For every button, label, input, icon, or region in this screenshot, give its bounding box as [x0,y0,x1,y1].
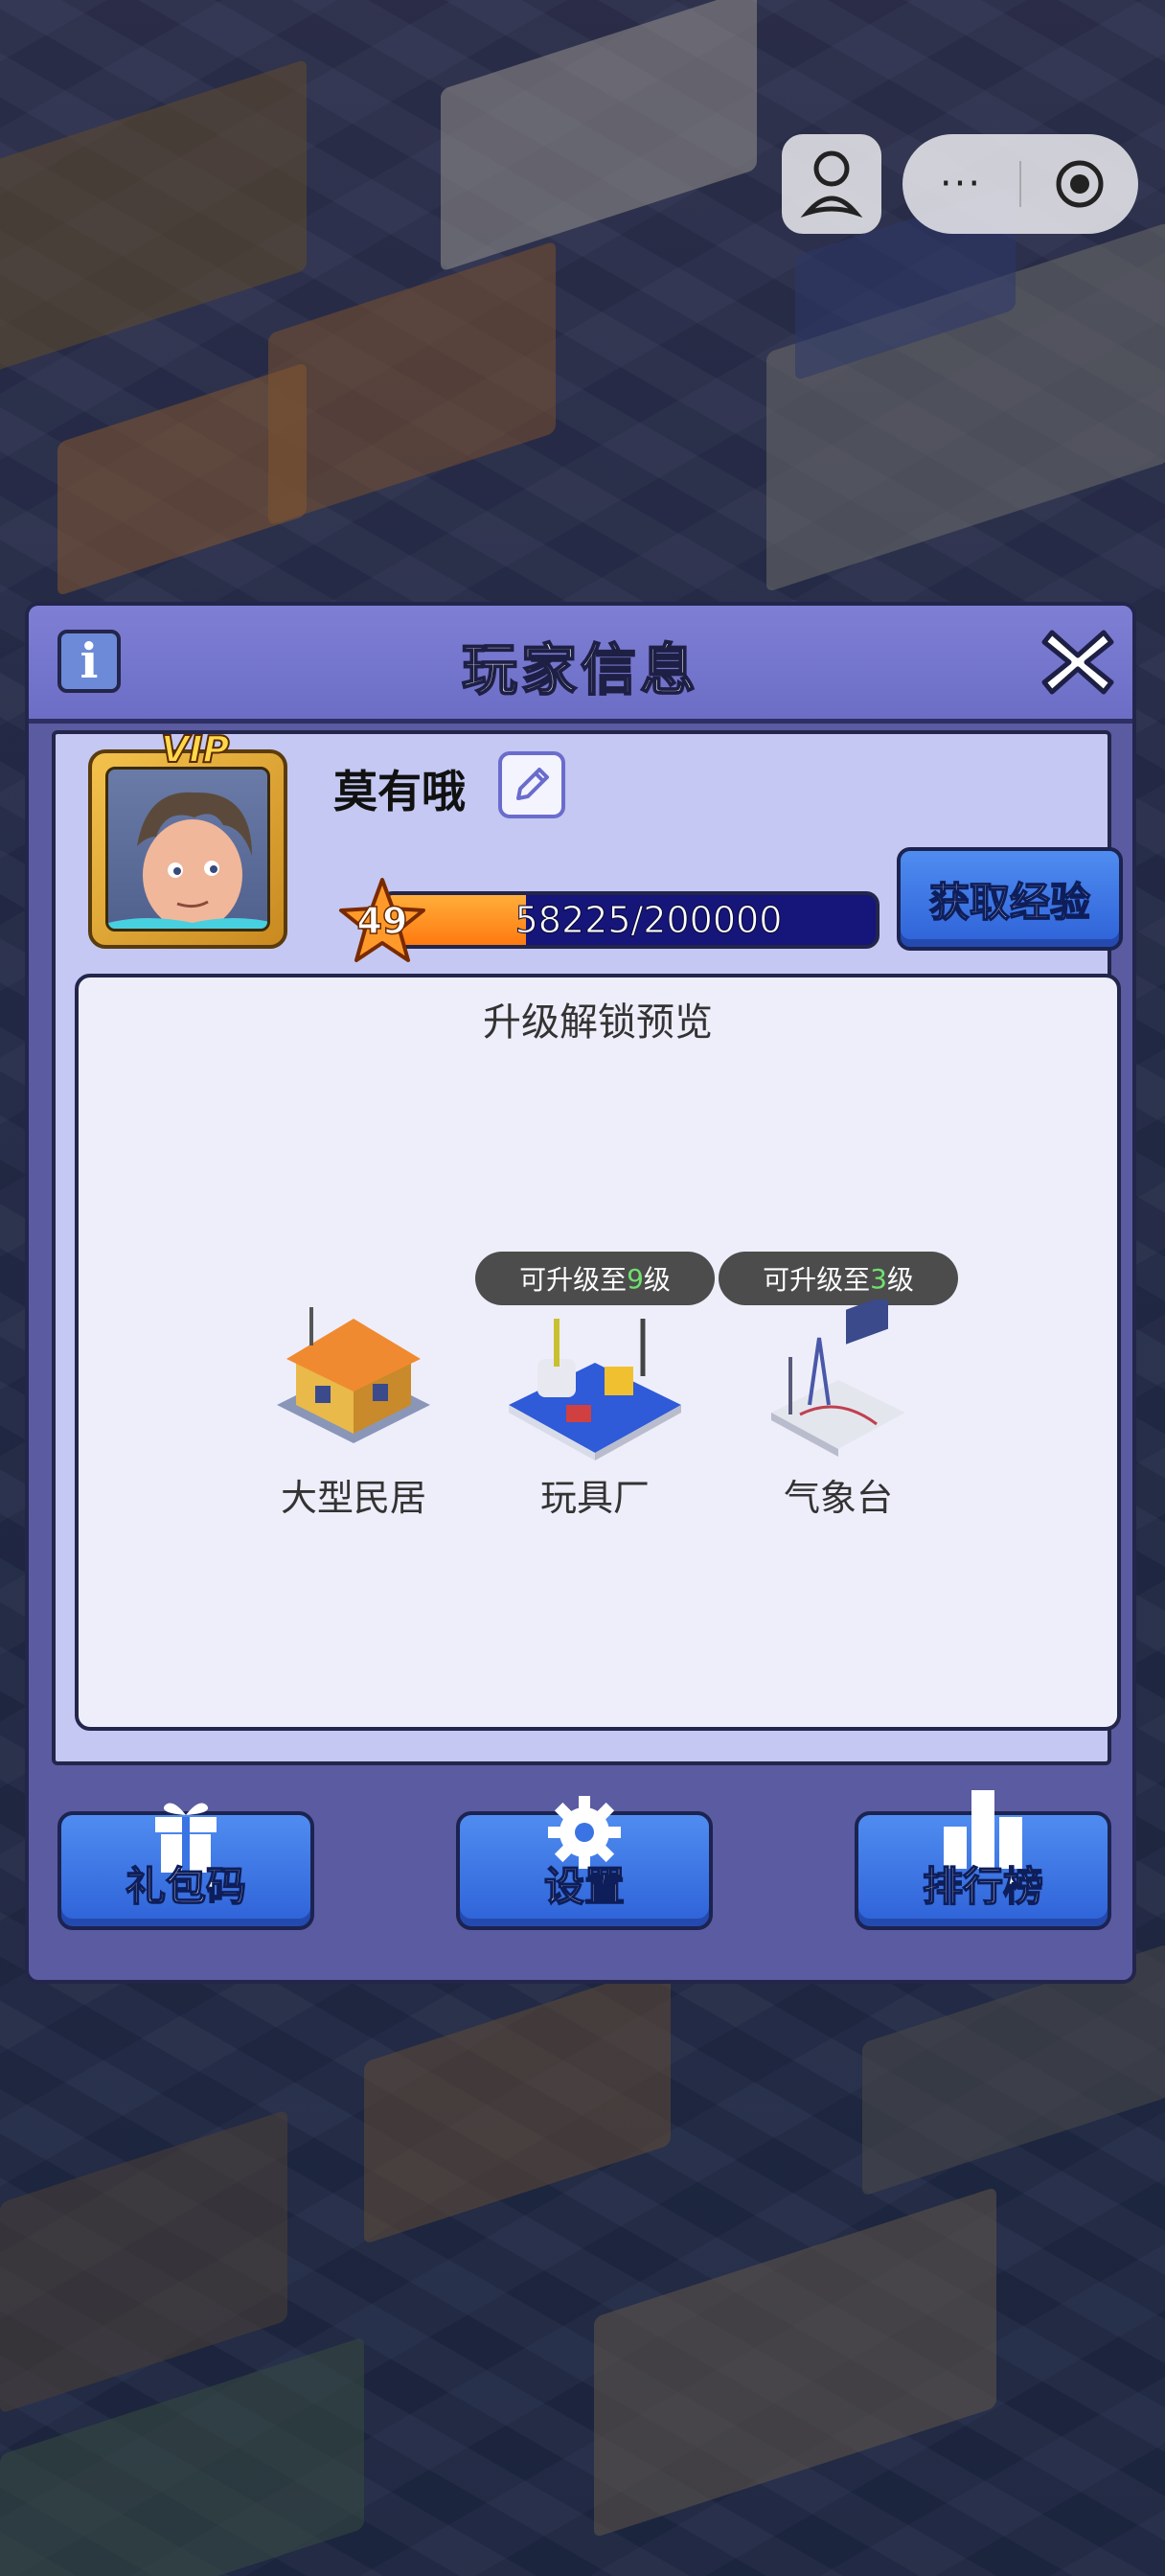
target-icon [1056,160,1104,208]
edit-name-button[interactable] [498,751,565,818]
avatar-image [105,767,270,932]
person-icon [800,150,863,218]
xp-progress-bar: 58225/200000 [379,891,879,949]
exit-miniprogram-button[interactable] [1021,158,1138,210]
xp-progress-text: 58225/200000 [514,899,783,942]
preview-title: 升级解锁预览 [483,1000,713,1045]
upgrade-badge: 可升级至 3 级 [719,1252,958,1305]
badge-prefix: 可升级至 [519,1264,628,1296]
vip-badge: VIP [160,727,230,771]
settings-label: 设置 [543,1862,626,1911]
building-name: 大型民居 [280,1477,426,1519]
badge-suffix: 级 [886,1264,914,1296]
badge-level: 9 [627,1262,644,1295]
gift-code-button[interactable]: 礼包码 [57,1803,314,1930]
player-name: 莫有哦 [333,766,466,817]
building-item[interactable]: 大型民居 [243,1252,464,1520]
leaderboard-label: 排行榜 [922,1862,1044,1911]
miniprogram-capsule: ··· [902,134,1138,234]
weather-station-icon [771,1300,905,1457]
leaderboard-button[interactable]: 排行榜 [855,1790,1111,1930]
upgrade-preview-panel: 升级解锁预览 大型民居 可升级至 9 级 玩具厂 可升级至 3 级 气象台 [75,974,1121,1731]
badge-suffix: 级 [643,1264,671,1296]
player-info-dialog: i 玩家信息 VIP 莫有哦 58225/200000 49 获取经验 升级解锁… [25,602,1136,1984]
badge-prefix: 可升级至 [763,1264,871,1296]
building-item[interactable]: 可升级至 9 级 玩具厂 [475,1252,715,1520]
building-item[interactable]: 可升级至 3 级 气象台 [719,1252,958,1520]
badge-level: 3 [870,1262,887,1295]
get-exp-button[interactable]: 获取经验 [897,847,1123,951]
more-menu-button[interactable]: ··· [902,134,1019,234]
settings-button[interactable]: 设置 [456,1796,713,1930]
dialog-header: i 玩家信息 [29,606,1132,724]
upgrade-badge: 可升级至 9 级 [475,1252,715,1305]
house-icon [277,1307,430,1443]
user-avatar-button[interactable] [782,134,881,234]
dialog-title: 玩家信息 [461,636,699,703]
pencil-icon [516,768,549,800]
factory-icon [509,1319,681,1460]
gift-code-label: 礼包码 [125,1862,247,1911]
avatar[interactable]: VIP [88,727,287,949]
building-name: 气象台 [783,1477,893,1519]
player-level: 49 [356,899,408,943]
close-icon[interactable] [1040,627,1115,698]
building-name: 玩具厂 [539,1477,650,1519]
